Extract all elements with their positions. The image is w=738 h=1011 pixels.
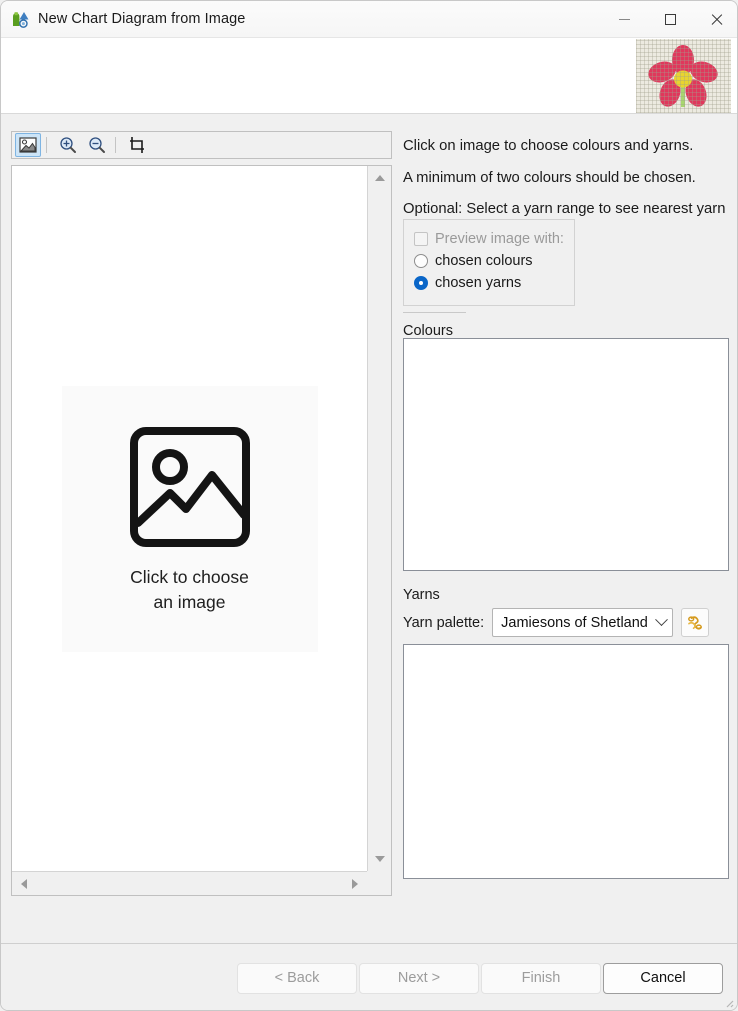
maximize-button[interactable] (647, 1, 693, 38)
image-toolbar (11, 131, 392, 159)
header-banner (1, 38, 737, 114)
instruction-line-3: Optional: Select a yarn range to see nea… (403, 201, 726, 217)
image-canvas[interactable]: Click to choose an image (12, 166, 367, 871)
yarn-skein-icon (688, 615, 703, 630)
yarns-list[interactable] (403, 644, 729, 879)
chevron-down-icon (655, 613, 669, 627)
app-icon (12, 11, 29, 28)
minimize-icon (618, 19, 630, 20)
scroll-left-arrow-icon[interactable] (21, 879, 27, 889)
chosen-yarns-radio[interactable] (414, 276, 428, 290)
yarn-palette-row: Yarn palette: Jamiesons of Shetland (403, 608, 710, 637)
zoom-in-tool[interactable] (55, 133, 81, 157)
preview-image-checkbox[interactable] (414, 232, 428, 246)
finish-button[interactable]: Finish (481, 962, 601, 994)
section-divider (403, 312, 466, 313)
window-title: New Chart Diagram from Image (38, 11, 246, 27)
scrollbar-corner (367, 871, 391, 895)
chosen-colours-radio-row[interactable]: chosen colours (414, 250, 574, 272)
back-button[interactable]: < Back (237, 962, 357, 994)
yarn-palette-select[interactable]: Jamiesons of Shetland (492, 608, 674, 637)
next-button[interactable]: Next > (359, 962, 479, 994)
picture-icon (19, 137, 37, 153)
zoom-out-icon (89, 137, 105, 153)
vertical-scrollbar[interactable] (367, 166, 391, 871)
colours-list[interactable] (403, 338, 729, 571)
zoom-out-tool[interactable] (84, 133, 110, 157)
image-panel: Click to choose an image (11, 131, 392, 896)
chart-grid-overlay (636, 39, 731, 113)
zoom-in-icon (60, 137, 76, 153)
yarns-label: Yarns (403, 587, 440, 603)
chosen-colours-radio[interactable] (414, 254, 428, 268)
crop-icon (130, 137, 144, 153)
image-scroll-area: Click to choose an image (11, 165, 392, 896)
resize-grip[interactable] (722, 995, 734, 1008)
preview-options-group: Preview image with: chosen colours chose… (403, 219, 575, 306)
preview-image-label: Preview image with: (435, 231, 564, 247)
window-controls (601, 1, 737, 38)
instruction-line-1: Click on image to choose colours and yar… (403, 138, 694, 154)
scroll-up-arrow-icon[interactable] (375, 175, 385, 181)
wizard-button-bar: < Back Next > Finish Cancel (1, 944, 737, 1010)
placeholder-label: Click to choose an image (130, 567, 249, 612)
crop-tool[interactable] (124, 133, 150, 157)
instruction-line-2: A minimum of two colours should be chose… (403, 170, 696, 186)
chosen-yarns-radio-row[interactable]: chosen yarns (414, 272, 574, 294)
new-chart-from-image-dialog: New Chart Diagram from Image Click to ch… (0, 0, 738, 1011)
close-icon (710, 13, 723, 26)
minimize-button[interactable] (601, 1, 647, 38)
horizontal-scrollbar[interactable] (12, 871, 367, 895)
settings-panel: Click on image to choose colours and yar… (402, 115, 732, 943)
maximize-icon (664, 14, 676, 25)
cancel-button[interactable]: Cancel (603, 962, 723, 994)
scroll-down-arrow-icon[interactable] (375, 856, 385, 862)
yarn-palette-label: Yarn palette: (403, 614, 485, 631)
close-button[interactable] (693, 1, 737, 38)
toolbar-separator-1 (46, 137, 47, 153)
dialog-body: Click to choose an image Click on image … (1, 115, 737, 943)
chosen-yarns-label: chosen yarns (435, 275, 522, 291)
chosen-colours-label: chosen colours (435, 253, 533, 269)
preview-image-checkbox-row[interactable]: Preview image with: (414, 228, 574, 250)
choose-image-placeholder[interactable]: Click to choose an image (61, 385, 318, 652)
title-bar: New Chart Diagram from Image (1, 1, 737, 38)
scroll-right-arrow-icon[interactable] (352, 879, 358, 889)
choose-image-tool[interactable] (15, 133, 41, 157)
toolbar-separator-2 (115, 137, 116, 153)
yarn-palette-value: Jamiesons of Shetland (501, 614, 648, 631)
colours-label: Colours (403, 323, 453, 339)
flower-chart-thumbnail (636, 39, 731, 113)
picture-placeholder-icon (129, 427, 250, 547)
manage-yarns-button[interactable] (681, 608, 710, 637)
